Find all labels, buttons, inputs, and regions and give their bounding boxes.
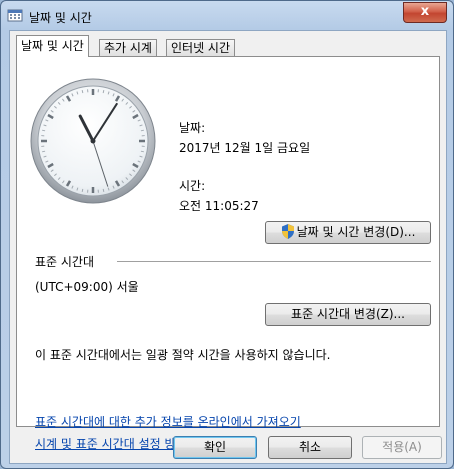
change-date-time-button[interactable]: 날짜 및 시간 변경(D)... [265, 221, 431, 244]
minute-tick [102, 188, 105, 192]
minute-tick [81, 90, 84, 94]
time-value: 오전 11:05:27 [179, 199, 259, 213]
change-timezone-label: 표준 시간대 변경(Z)... [291, 307, 405, 321]
tab-additional-clocks[interactable]: 추가 시계 [99, 39, 157, 57]
timezone-value: (UTC+09:00) 서울 [35, 280, 139, 294]
cancel-label: 취소 [298, 440, 322, 454]
title-bar[interactable]: 날짜 및 시간 x [1, 1, 453, 29]
uac-shield-icon [281, 224, 294, 239]
tab-label: 날짜 및 시간 [21, 39, 84, 53]
date-time-dialog: 날짜 및 시간 x 날짜 및 시간 추가 시계 인터넷 시간 날짜: 2017년… [0, 0, 454, 469]
date-time-panel: 날짜: 2017년 12월 1일 금요일 시간: 오전 11:05:27 날짜 … [16, 56, 440, 451]
date-label: 날짜: [179, 121, 206, 135]
minute-tick [102, 90, 105, 94]
minute-tick [140, 150, 144, 153]
minute-tick [81, 188, 84, 192]
window-title: 날짜 및 시간 [29, 11, 92, 25]
close-icon: x [420, 4, 430, 19]
close-button[interactable]: x [403, 2, 447, 23]
minute-tick [42, 150, 46, 153]
calendar-clock-icon [7, 9, 23, 22]
apply-button[interactable]: 적용(A) [362, 436, 442, 459]
date-value: 2017년 12월 1일 금요일 [179, 141, 311, 155]
time-label: 시간: [179, 179, 206, 193]
apply-label: 적용(A) [382, 440, 422, 454]
dialog-client: 날짜 및 시간 추가 시계 인터넷 시간 날짜: 2017년 12월 1일 금요… [9, 30, 447, 464]
minute-tick [42, 129, 46, 132]
analog-clock [30, 78, 156, 204]
ok-label: 확인 [203, 440, 227, 454]
change-date-time-label: 날짜 및 시간 변경(D)... [296, 225, 416, 239]
cancel-button[interactable]: 취소 [268, 436, 352, 459]
ok-button[interactable]: 확인 [173, 436, 257, 459]
dst-note: 이 표준 시간대에서는 일광 절약 시간을 사용하지 않습니다. [35, 348, 331, 362]
minute-tick [140, 129, 144, 132]
tab-label: 인터넷 시간 [171, 41, 231, 55]
tab-internet-time[interactable]: 인터넷 시간 [166, 39, 236, 57]
timezone-divider [117, 261, 431, 262]
timezone-heading: 표준 시간대 [35, 255, 95, 269]
change-timezone-button[interactable]: 표준 시간대 변경(Z)... [265, 303, 431, 326]
timezone-help-link[interactable]: 시계 및 표준 시간대 설정 방법 [35, 435, 187, 452]
tab-label: 추가 시계 [104, 41, 152, 55]
timezone-info-link[interactable]: 표준 시간대에 대한 추가 정보를 온라인에서 가져오기 [35, 413, 301, 430]
tab-date-time[interactable]: 날짜 및 시간 [16, 35, 89, 57]
